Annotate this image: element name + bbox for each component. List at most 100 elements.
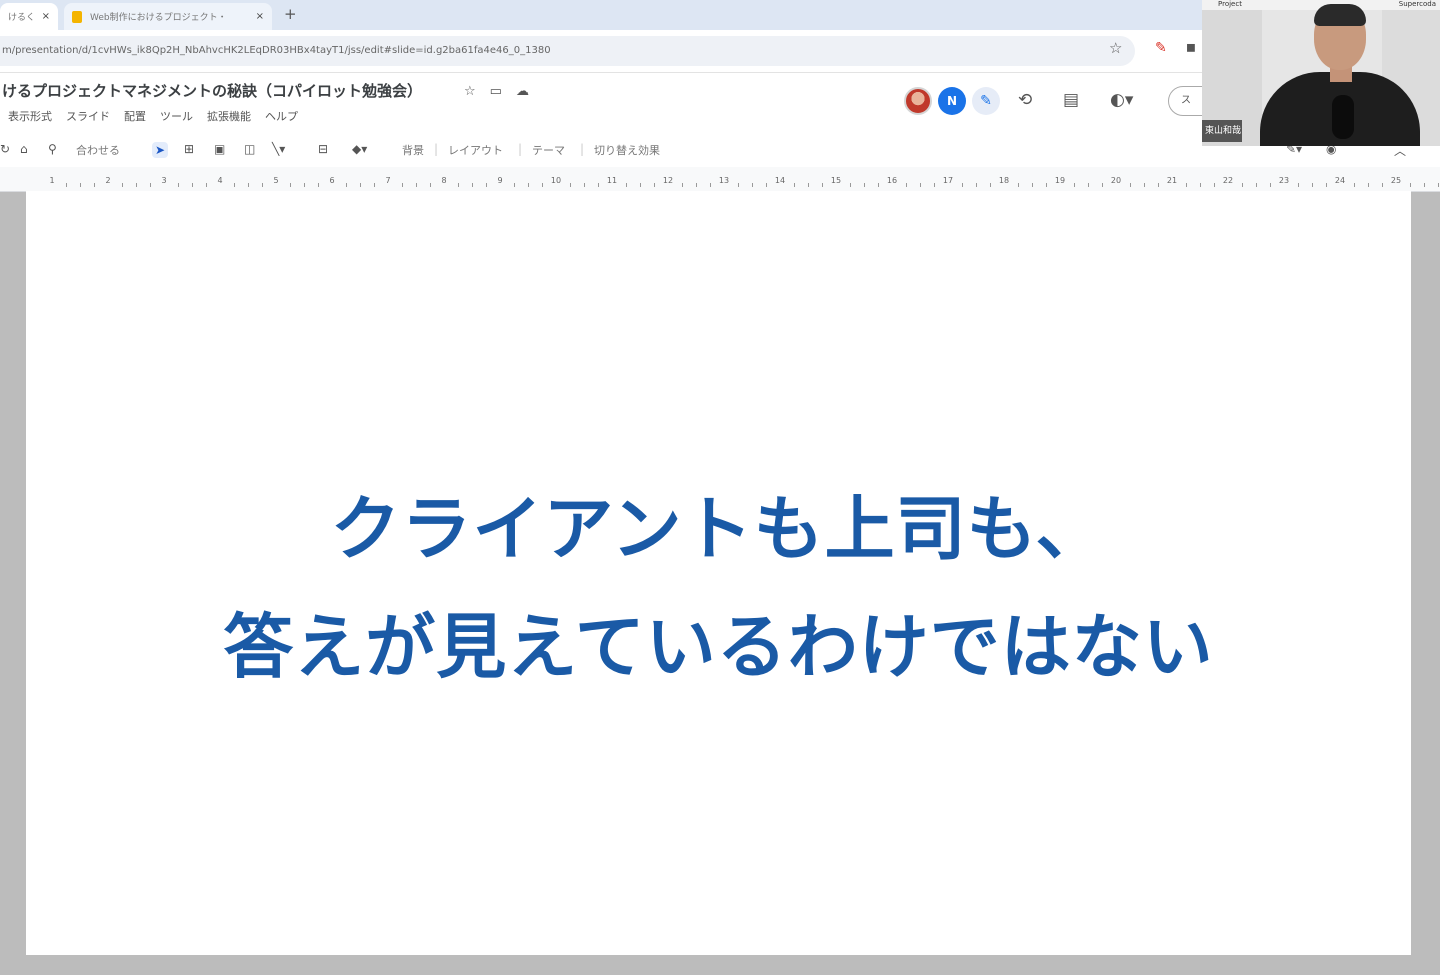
menu-tools[interactable]: ツール bbox=[160, 108, 193, 124]
ruler-tick bbox=[808, 183, 809, 187]
ruler-tick bbox=[80, 183, 81, 187]
edit-mode-icon[interactable]: ✎ bbox=[972, 87, 1000, 115]
ruler-number: 13 bbox=[718, 176, 730, 185]
extension-icon[interactable]: ◼ bbox=[1186, 40, 1196, 54]
ruler-number: 20 bbox=[1110, 176, 1122, 185]
version-history-icon[interactable]: ⟲ bbox=[1018, 90, 1032, 110]
tab-close-icon[interactable]: × bbox=[256, 11, 264, 22]
shape-icon[interactable]: ◫ bbox=[244, 142, 255, 156]
ruler-tick bbox=[136, 183, 137, 187]
ruler-tick bbox=[1158, 183, 1159, 187]
ruler-tick bbox=[1424, 183, 1425, 187]
ruler-number: 1 bbox=[49, 176, 55, 185]
ruler-tick bbox=[710, 183, 711, 187]
ruler-tick bbox=[906, 183, 907, 187]
pen-extension-icon[interactable]: ✎ bbox=[1155, 40, 1167, 56]
ruler-tick bbox=[934, 183, 935, 187]
toolbar-divider: | bbox=[434, 142, 439, 156]
ruler-number: 4 bbox=[217, 176, 223, 185]
ruler-tick bbox=[1312, 183, 1313, 187]
url-field[interactable]: m/presentation/d/1cvHWs_ik8Qp2H_NbAhvcHK… bbox=[0, 36, 1135, 66]
move-folder-icon[interactable]: ▭ bbox=[490, 84, 502, 99]
menu-slide[interactable]: スライド bbox=[66, 108, 110, 124]
zoom-icon[interactable]: ⚲ bbox=[48, 142, 57, 156]
toolbar-divider: | bbox=[580, 142, 585, 156]
ruler-tick bbox=[262, 183, 263, 187]
menu-extensions[interactable]: 拡張機能 bbox=[207, 108, 251, 124]
ruler-tick bbox=[1354, 183, 1355, 187]
ruler-tick bbox=[486, 183, 487, 187]
ruler-number: 2 bbox=[105, 176, 111, 185]
text-box-icon[interactable]: ⊞ bbox=[184, 142, 194, 156]
collaborator-avatar-n[interactable]: N bbox=[938, 87, 966, 115]
star-icon[interactable]: ☆ bbox=[464, 84, 476, 99]
ruler-number: 24 bbox=[1334, 176, 1346, 185]
paint-format-icon[interactable]: ⌂ bbox=[20, 142, 28, 156]
transition-button[interactable]: 切り替え効果 bbox=[594, 142, 660, 158]
tab-close-icon[interactable]: × bbox=[42, 11, 50, 22]
menu-arrange[interactable]: 配置 bbox=[124, 108, 146, 124]
ruler-tick bbox=[1200, 183, 1201, 187]
ruler: 1 2 3 4 5 6 7 8 9 10 11 12 13 14 15 16 17 18 19 20 21 22 23 24 2… bbox=[0, 167, 1440, 192]
comment-insert-icon[interactable]: ⊟ bbox=[318, 142, 328, 156]
theme-button[interactable]: テーマ bbox=[532, 142, 565, 158]
select-tool-icon[interactable]: ➤ bbox=[152, 142, 169, 158]
ruler-tick bbox=[878, 183, 879, 187]
ruler-tick bbox=[738, 183, 739, 187]
ruler-tick bbox=[248, 183, 249, 187]
ruler-tick bbox=[360, 183, 361, 187]
ruler-tick bbox=[640, 183, 641, 187]
browser-tab-active[interactable]: けるく × bbox=[0, 3, 58, 30]
ruler-number: 12 bbox=[662, 176, 674, 185]
menu-help[interactable]: ヘルプ bbox=[265, 108, 298, 124]
ruler-tick bbox=[766, 183, 767, 187]
ruler-tick bbox=[304, 183, 305, 187]
ruler-tick bbox=[570, 183, 571, 187]
meet-icon[interactable]: ◐▾ bbox=[1110, 90, 1133, 110]
ruler-tick bbox=[1088, 183, 1089, 187]
redo-icon[interactable]: ↻ bbox=[0, 142, 10, 156]
new-tab-button[interactable]: + bbox=[284, 5, 297, 23]
ruler-tick bbox=[850, 183, 851, 187]
background-button[interactable]: 背景 bbox=[402, 142, 424, 158]
slide-text-line-2[interactable]: 答えが見えているわけではない bbox=[26, 591, 1411, 692]
menu-format[interactable]: 表示形式 bbox=[8, 108, 52, 124]
line-icon[interactable]: ╲▾ bbox=[272, 142, 285, 156]
slide-text-line-1[interactable]: クライアントも上司も、 bbox=[26, 473, 1411, 574]
webcam-overlay: Project Supercoda 東山和哉 bbox=[1202, 0, 1440, 146]
comments-icon[interactable]: ▤ bbox=[1063, 90, 1079, 110]
ruler-tick bbox=[1410, 183, 1411, 187]
browser-tab-slides[interactable]: Web制作におけるプロジェクト・ × bbox=[64, 3, 272, 30]
ruler-tick bbox=[1438, 183, 1439, 187]
cloud-status-icon[interactable]: ☁ bbox=[516, 84, 529, 99]
document-title[interactable]: けるプロジェクトマネジメントの秘訣（コパイロット勉強会） bbox=[2, 80, 422, 101]
zoom-select[interactable]: 合わせる bbox=[76, 142, 120, 158]
image-icon[interactable]: ▣ bbox=[214, 142, 225, 156]
ruler-tick bbox=[542, 183, 543, 187]
ruler-tick bbox=[1130, 183, 1131, 187]
ruler-tick bbox=[178, 183, 179, 187]
ruler-tick bbox=[794, 183, 795, 187]
presenter-hair bbox=[1314, 4, 1366, 26]
layout-button[interactable]: レイアウト bbox=[448, 142, 503, 158]
ruler-tick bbox=[1368, 183, 1369, 187]
ruler-number: 6 bbox=[329, 176, 335, 185]
ruler-number: 10 bbox=[550, 176, 562, 185]
ruler-tick bbox=[416, 183, 417, 187]
ruler-number: 8 bbox=[441, 176, 447, 185]
toolbar-divider: | bbox=[518, 142, 523, 156]
ruler-tick bbox=[1102, 183, 1103, 187]
slide-canvas[interactable]: クライアントも上司も、 答えが見えているわけではない bbox=[26, 191, 1411, 955]
ruler-tick bbox=[66, 183, 67, 187]
title-actions: ☆ ▭ ☁ bbox=[464, 84, 529, 99]
ruler-tick bbox=[1144, 183, 1145, 187]
collaborator-avatar[interactable] bbox=[904, 87, 932, 115]
bookmark-star-icon[interactable]: ☆ bbox=[1109, 39, 1122, 57]
ruler-tick bbox=[976, 183, 977, 187]
fill-color-icon[interactable]: ◆▾ bbox=[352, 142, 367, 156]
ruler-tick bbox=[990, 183, 991, 187]
ruler-tick bbox=[584, 183, 585, 187]
ruler-number: 21 bbox=[1166, 176, 1178, 185]
ruler-tick bbox=[864, 183, 865, 187]
ruler-tick bbox=[514, 183, 515, 187]
